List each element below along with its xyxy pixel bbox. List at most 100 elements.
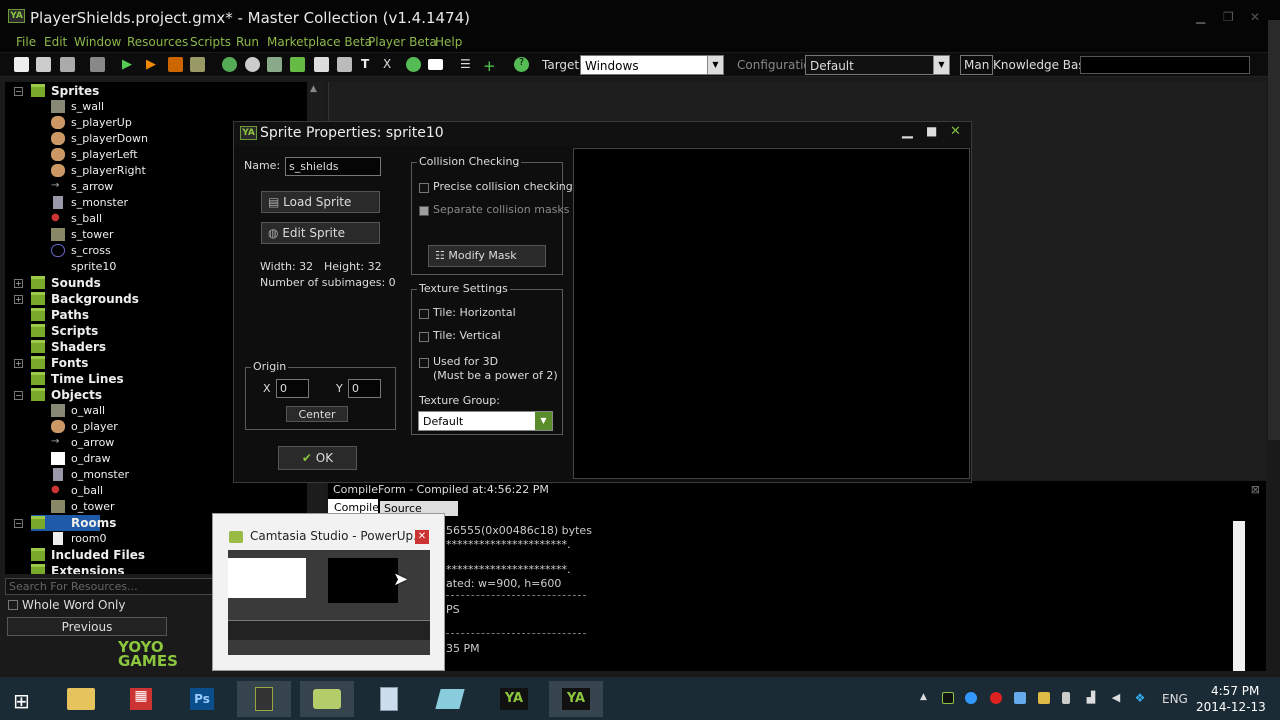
language-indicator[interactable]: ENG: [1162, 692, 1188, 706]
menu-window[interactable]: Window: [74, 35, 121, 49]
settings-list-icon[interactable]: ☰: [460, 57, 475, 72]
center-button[interactable]: Center: [286, 406, 348, 422]
resource-search-input[interactable]: Search For Resources...: [5, 578, 217, 595]
menu-scripts[interactable]: Scripts: [190, 35, 231, 49]
load-sprite-button[interactable]: ▤ Load Sprite: [261, 191, 380, 213]
taskbar-recorder[interactable]: [237, 681, 291, 717]
taskbar-gamemaker-1[interactable]: YA: [487, 681, 541, 717]
clean-icon[interactable]: [190, 57, 205, 72]
collapse-icon[interactable]: −: [14, 391, 23, 400]
minimize-icon[interactable]: ▁: [902, 123, 913, 139]
close-panel-icon[interactable]: ⊠: [1251, 483, 1260, 496]
origin-x-input[interactable]: 0: [276, 379, 309, 398]
menu-player-beta[interactable]: Player Beta: [368, 35, 437, 49]
separate-masks-checkbox[interactable]: [419, 206, 429, 216]
close-icon[interactable]: ✕: [950, 124, 961, 139]
sound-icon[interactable]: [245, 57, 260, 72]
scroll-up-icon[interactable]: ▲: [310, 84, 317, 94]
tile-horizontal-checkbox[interactable]: [419, 309, 429, 319]
taskbar-thumbnail-preview[interactable]: Camtasia Studio - PowerUp... ✕ ➤: [212, 513, 445, 671]
manual-button[interactable]: Man: [960, 55, 994, 75]
previous-button[interactable]: Previous: [7, 617, 167, 636]
new-icon[interactable]: [14, 57, 29, 72]
shader-icon[interactable]: [337, 57, 352, 72]
taskbar-camtasia[interactable]: [300, 681, 354, 717]
volume-icon[interactable]: ◀: [1110, 692, 1122, 704]
add-icon[interactable]: +: [483, 57, 498, 75]
sprite-icon[interactable]: [222, 57, 237, 72]
expand-icon[interactable]: +: [14, 359, 23, 368]
tray-gamemaker-icon[interactable]: [942, 692, 954, 704]
used-3d-checkbox[interactable]: [419, 358, 429, 368]
taskbar-photoshop[interactable]: Ps: [176, 681, 230, 717]
save-icon[interactable]: [60, 57, 75, 72]
origin-y-input[interactable]: 0: [348, 379, 381, 398]
open-icon[interactable]: [36, 57, 51, 72]
tray-expand-icon[interactable]: ▲: [920, 692, 927, 702]
start-button[interactable]: ⊞: [0, 681, 54, 717]
object-thumb-icon: [51, 404, 65, 417]
help-icon[interactable]: ?: [514, 57, 529, 72]
menu-file[interactable]: File: [16, 35, 36, 49]
menu-run[interactable]: Run: [236, 35, 259, 49]
expand-icon[interactable]: +: [14, 279, 23, 288]
font-icon[interactable]: T: [361, 57, 376, 72]
tray-power-icon[interactable]: [965, 692, 977, 704]
modify-mask-button[interactable]: ☷ Modify Mask: [428, 245, 546, 267]
room-icon[interactable]: [428, 59, 443, 70]
whole-word-checkbox[interactable]: [8, 600, 18, 610]
collapse-icon[interactable]: −: [14, 87, 23, 96]
minimize-icon[interactable]: ▁: [1196, 10, 1205, 24]
tray-record-icon[interactable]: [990, 692, 1002, 704]
script-icon[interactable]: [314, 57, 329, 72]
dropbox-icon[interactable]: ❖: [1134, 692, 1146, 704]
taskbar-gamemaker-2[interactable]: YA: [549, 681, 603, 717]
object-icon[interactable]: [406, 57, 421, 72]
stop-icon[interactable]: [168, 57, 183, 72]
close-icon[interactable]: ✕: [1250, 10, 1260, 24]
workspace-scrollbar[interactable]: [1268, 20, 1280, 440]
whole-word-label: Whole Word Only: [22, 598, 126, 612]
path-icon[interactable]: [290, 57, 305, 72]
ok-button[interactable]: ✔ OK: [278, 446, 357, 470]
chevron-down-icon: ▼: [933, 56, 949, 74]
clock-date[interactable]: 2014-12-13: [1196, 700, 1266, 714]
tray-device-icon[interactable]: [1062, 692, 1070, 704]
tile-vertical-checkbox[interactable]: [419, 332, 429, 342]
menu-help[interactable]: Help: [435, 35, 462, 49]
close-icon[interactable]: ✕: [415, 530, 429, 544]
tray-network-icon[interactable]: [1014, 692, 1026, 704]
sprite-name-input[interactable]: s_shields: [285, 157, 381, 176]
background-icon[interactable]: [267, 57, 282, 72]
expand-icon[interactable]: +: [14, 295, 23, 304]
config-select[interactable]: Default ▼: [805, 55, 950, 75]
menu-edit[interactable]: Edit: [44, 35, 67, 49]
timeline-icon[interactable]: X: [383, 57, 398, 72]
output-line: PS: [446, 603, 460, 616]
output-scrollbar[interactable]: [1233, 521, 1245, 671]
maximize-icon[interactable]: ❐: [1223, 10, 1234, 24]
edit-sprite-button[interactable]: ◍ Edit Sprite: [261, 222, 380, 244]
tray-app-icon[interactable]: [1038, 692, 1050, 704]
collapse-icon[interactable]: −: [14, 519, 23, 528]
run-icon[interactable]: ▶: [122, 57, 137, 72]
texture-group-value: Default: [423, 415, 464, 428]
tree-folder-rooms[interactable]: Rooms: [31, 515, 116, 531]
taskbar-explorer[interactable]: [54, 681, 108, 717]
texture-group-select[interactable]: Default ▼: [418, 411, 553, 431]
target-select[interactable]: Windows ▼: [580, 55, 724, 75]
kb-search-input[interactable]: [1080, 56, 1250, 74]
taskbar-store[interactable]: ▦: [115, 681, 169, 717]
sprite-thumb-icon: [51, 100, 65, 113]
taskbar-notes[interactable]: [423, 681, 477, 717]
precise-collision-checkbox[interactable]: [419, 183, 429, 193]
menu-marketplace[interactable]: Marketplace Beta: [267, 35, 372, 49]
maximize-icon[interactable]: ■: [926, 124, 937, 138]
taskbar-calculator[interactable]: [362, 681, 416, 717]
signal-icon[interactable]: ▟: [1085, 692, 1097, 704]
debug-icon[interactable]: ▶: [146, 57, 161, 72]
folder-icon: [31, 340, 45, 353]
clock-time[interactable]: 4:57 PM: [1211, 684, 1259, 698]
menu-resources[interactable]: Resources: [127, 35, 188, 49]
export-icon[interactable]: [90, 57, 105, 72]
